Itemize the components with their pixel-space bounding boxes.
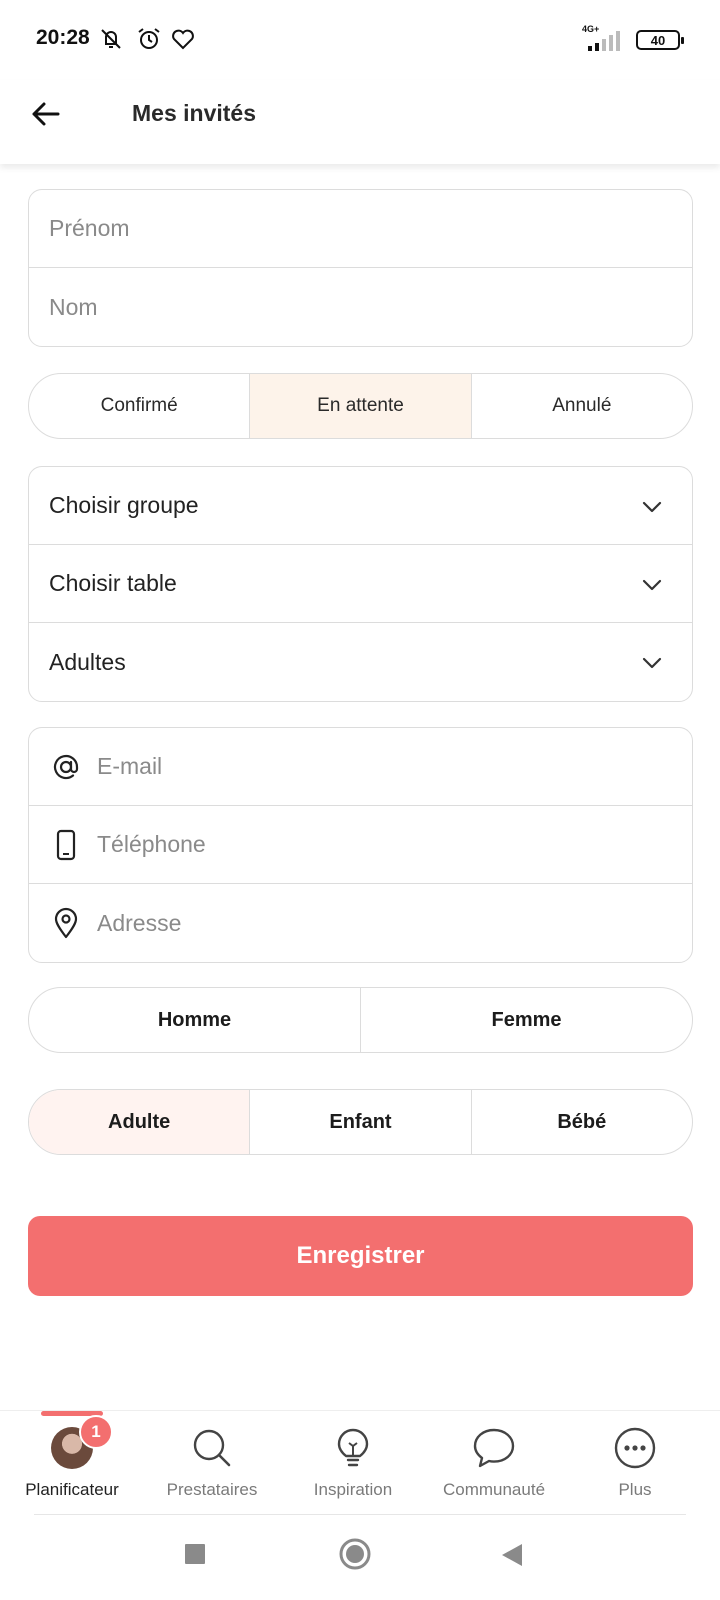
back-triangle-icon[interactable] bbox=[500, 1543, 524, 1567]
battery-icon: 40 bbox=[636, 30, 684, 50]
nav-item-inspiration[interactable]: Inspiration bbox=[283, 1425, 423, 1500]
gender-female-option[interactable]: Femme bbox=[361, 988, 692, 1052]
status-pending-option[interactable]: En attente bbox=[250, 374, 472, 438]
group-select-label: Choisir groupe bbox=[49, 492, 199, 518]
location-pin-icon bbox=[49, 906, 83, 940]
age-child-option[interactable]: Enfant bbox=[250, 1090, 472, 1154]
at-sign-icon bbox=[49, 750, 83, 784]
nav-label-plus: Plus bbox=[618, 1480, 652, 1499]
phone-field[interactable]: Téléphone bbox=[29, 806, 692, 884]
avatar: 1 bbox=[49, 1415, 113, 1471]
status-time: 20:28 bbox=[36, 26, 90, 49]
gender-male-option[interactable]: Homme bbox=[29, 988, 361, 1052]
alarm-icon bbox=[138, 28, 160, 49]
phone-icon bbox=[49, 828, 83, 862]
nav-label-prestataires: Prestataires bbox=[166, 1480, 258, 1499]
nav-item-prestataires[interactable]: Prestataires bbox=[142, 1425, 282, 1500]
table-select[interactable]: Choisir table bbox=[29, 545, 692, 623]
first-name-placeholder: Prénom bbox=[49, 215, 130, 241]
group-select[interactable]: Choisir groupe bbox=[29, 467, 692, 545]
contact-card: E-mail Téléphone Adresse bbox=[28, 727, 693, 963]
nav-label-inspiration: Inspiration bbox=[313, 1480, 393, 1499]
last-name-field[interactable]: Nom bbox=[29, 268, 692, 346]
chevron-down-icon bbox=[642, 657, 662, 669]
bottom-nav: 1 Planificateur Prestataires Inspiration bbox=[0, 1410, 720, 1515]
nav-item-plus[interactable]: Plus bbox=[565, 1425, 705, 1500]
status-confirmed-option[interactable]: Confirmé bbox=[29, 374, 251, 438]
lightbulb-icon bbox=[330, 1425, 376, 1471]
nav-item-communaute[interactable]: Communauté bbox=[424, 1425, 564, 1500]
status-right: 4G+ 40 bbox=[582, 24, 684, 54]
gender-segmented: Homme Femme bbox=[28, 987, 693, 1053]
status-bar: 20:28 4G+ 40 bbox=[0, 0, 720, 80]
battery-level: 40 bbox=[650, 32, 666, 48]
heart-icon bbox=[172, 29, 194, 50]
email-placeholder: E-mail bbox=[97, 753, 163, 779]
page-title: Mes invités bbox=[132, 100, 256, 126]
table-select-label: Choisir table bbox=[49, 570, 177, 596]
last-name-placeholder: Nom bbox=[49, 293, 98, 320]
age-menu-select[interactable]: Adultes bbox=[29, 623, 692, 701]
search-icon bbox=[189, 1425, 235, 1471]
nav-label-planificateur: Planificateur bbox=[25, 1480, 119, 1499]
address-placeholder: Adresse bbox=[97, 909, 182, 936]
age-baby-option[interactable]: Bébé bbox=[472, 1090, 692, 1154]
age-group-segmented: Adulte Enfant Bébé bbox=[28, 1089, 693, 1155]
notification-badge: 1 bbox=[79, 1415, 113, 1449]
chevron-down-icon bbox=[642, 501, 662, 513]
rsvp-status-segmented: Confirmé En attente Annulé bbox=[28, 373, 693, 439]
app-header: Mes invités bbox=[0, 80, 720, 164]
signal-icon: 4G+ bbox=[582, 24, 628, 52]
address-field[interactable]: Adresse bbox=[29, 884, 692, 962]
name-card: Prénom Nom bbox=[28, 189, 693, 347]
nav-item-planificateur[interactable]: 1 Planificateur bbox=[2, 1415, 142, 1500]
age-menu-select-label: Adultes bbox=[49, 648, 126, 675]
home-circle-icon[interactable] bbox=[338, 1537, 372, 1571]
selects-card: Choisir groupe Choisir table Adultes bbox=[28, 466, 693, 702]
save-button[interactable]: Enregistrer bbox=[28, 1216, 693, 1296]
system-nav-bar bbox=[0, 1515, 720, 1600]
mute-icon bbox=[101, 29, 121, 49]
age-adult-option[interactable]: Adulte bbox=[29, 1090, 251, 1154]
chevron-down-icon bbox=[642, 579, 662, 591]
first-name-field[interactable]: Prénom bbox=[29, 190, 692, 268]
chat-bubble-icon bbox=[471, 1425, 517, 1471]
recents-square-icon[interactable] bbox=[184, 1543, 206, 1565]
nav-label-communaute: Communauté bbox=[442, 1480, 546, 1499]
status-cancelled-option[interactable]: Annulé bbox=[472, 374, 692, 438]
arrow-left-icon[interactable] bbox=[28, 96, 64, 132]
phone-placeholder: Téléphone bbox=[97, 831, 206, 857]
more-icon bbox=[612, 1425, 658, 1471]
email-field[interactable]: E-mail bbox=[29, 728, 692, 806]
